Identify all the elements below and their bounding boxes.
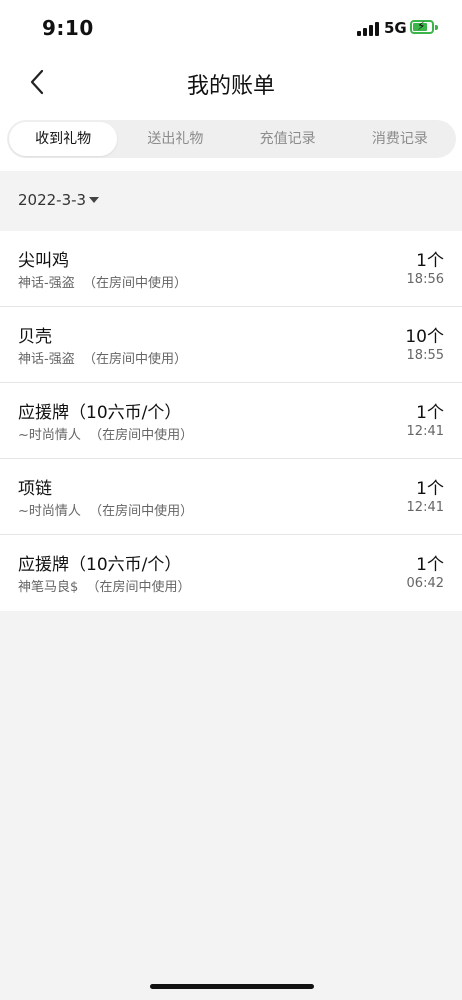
gift-count: 1个 <box>416 251 444 271</box>
tab-spending-records[interactable]: 消费记录 <box>346 122 454 156</box>
gift-source: 神笔马良$ （在房间中使用） <box>18 576 191 595</box>
record-list: 尖叫鸡 神话-强盗 （在房间中使用） 1个 18:56 贝壳 神话-强盗 （在房… <box>0 231 462 611</box>
tab-bar: 收到礼物 送出礼物 充值记录 消费记录 <box>7 120 456 158</box>
list-item[interactable]: 尖叫鸡 神话-强盗 （在房间中使用） 1个 18:56 <box>0 231 462 307</box>
sender-name: 神话-强盗 <box>18 352 75 367</box>
gift-name: 应援牌（10六币/个） <box>18 403 182 423</box>
gift-name: 项链 <box>18 479 52 499</box>
nav-bar: 我的账单 <box>0 58 462 108</box>
status-bar: 9:10 5G ⚡ <box>0 0 462 58</box>
gift-name: 贝壳 <box>18 327 52 347</box>
tab-received-gifts[interactable]: 收到礼物 <box>9 122 118 156</box>
battery-icon: ⚡ <box>410 19 434 34</box>
gift-name: 应援牌（10六币/个） <box>18 555 182 575</box>
page-title: 我的账单 <box>186 74 275 99</box>
gift-source: 神话-强盗 （在房间中使用） <box>18 272 187 291</box>
signal-icon <box>357 22 379 36</box>
sender-name: 神笔马良$ <box>18 580 79 595</box>
status-time: 9:10 <box>42 16 94 40</box>
usage-note: （在房间中使用） <box>89 428 194 443</box>
gift-source: 神话-强盗 （在房间中使用） <box>18 348 187 367</box>
usage-note: （在房间中使用） <box>86 580 191 595</box>
tab-sent-gifts[interactable]: 送出礼物 <box>121 122 229 156</box>
usage-note: （在房间中使用） <box>82 352 187 367</box>
usage-note: （在房间中使用） <box>89 504 194 519</box>
date-value[interactable]: 2022-3-3 <box>18 191 86 209</box>
tab-recharge-records[interactable]: 充值记录 <box>234 122 342 156</box>
gift-count: 1个 <box>416 555 444 575</box>
home-indicator[interactable] <box>150 984 314 989</box>
battery-cap <box>435 25 438 30</box>
usage-note: （在房间中使用） <box>82 276 187 291</box>
gift-time: 18:55 <box>406 348 444 363</box>
gift-count: 10个 <box>405 327 444 347</box>
list-item[interactable]: 项链 ~时尚情人 （在房间中使用） 1个 12:41 <box>0 459 462 535</box>
gift-name: 尖叫鸡 <box>18 251 69 271</box>
sender-name: ~时尚情人 <box>18 504 81 519</box>
list-item[interactable]: 应援牌（10六币/个） 神笔马良$ （在房间中使用） 1个 06:42 <box>0 535 462 611</box>
sender-name: ~时尚情人 <box>18 428 81 443</box>
gift-time: 12:41 <box>406 500 444 515</box>
caret-down-icon[interactable] <box>89 197 99 203</box>
date-filter[interactable]: 2022-3-3 <box>0 171 462 231</box>
gift-source: ~时尚情人 （在房间中使用） <box>18 424 193 443</box>
network-label: 5G <box>384 19 407 37</box>
gift-count: 1个 <box>416 479 444 499</box>
gift-time: 12:41 <box>406 424 444 439</box>
header-area: 9:10 5G ⚡ 我的账单 收到礼物 送出礼物 充值记录 消费记录 <box>0 0 462 171</box>
gift-time: 06:42 <box>406 576 444 591</box>
list-item[interactable]: 贝壳 神话-强盗 （在房间中使用） 10个 18:55 <box>0 307 462 383</box>
gift-source: ~时尚情人 （在房间中使用） <box>18 500 193 519</box>
bill-page: 9:10 5G ⚡ 我的账单 收到礼物 送出礼物 充值记录 消费记录 2022-… <box>0 0 462 1000</box>
gift-time: 18:56 <box>406 272 444 287</box>
list-item[interactable]: 应援牌（10六币/个） ~时尚情人 （在房间中使用） 1个 12:41 <box>0 383 462 459</box>
gift-count: 1个 <box>416 403 444 423</box>
sender-name: 神话-强盗 <box>18 276 75 291</box>
